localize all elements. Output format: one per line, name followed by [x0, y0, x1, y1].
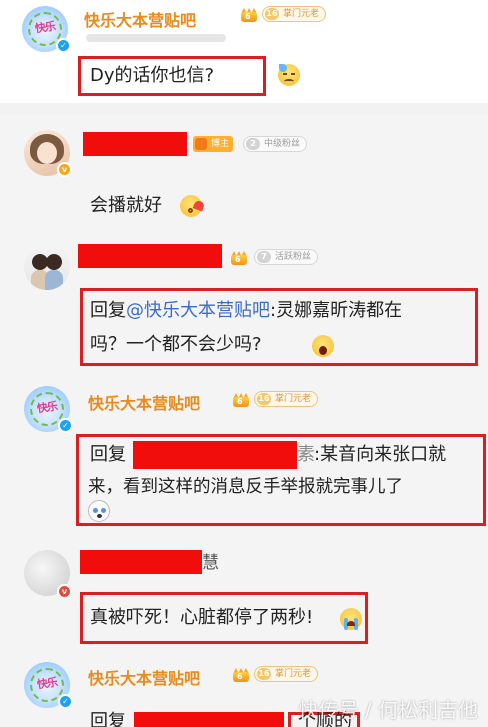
dog-emoji [88, 500, 110, 522]
author-name[interactable]: 快乐大本营贴吧 [88, 390, 200, 414]
redacted-username [83, 132, 187, 156]
reply-prefix: 回复 [90, 300, 126, 321]
name-suffix: 慧 [202, 553, 219, 573]
post-content: Dy的话你也信? [90, 65, 215, 86]
reply-text: :某音向来张口就 [314, 444, 447, 465]
verified-icon: ✓ [58, 418, 73, 433]
crown-icon: 6 [232, 667, 250, 683]
original-post: 快乐 ✓ 快乐大本营贴吧 6 16 掌门元老 Dy的话你也信? [0, 0, 488, 103]
author-name[interactable]: 快乐大本营贴吧 [88, 665, 200, 689]
crown-icon [195, 138, 207, 150]
verified-icon: ✓ [56, 38, 71, 53]
redacted-mention [134, 712, 284, 727]
fan-badge[interactable]: 7 活跃粉丝 [254, 249, 319, 265]
reply-content-line2: 来，看到这样的消息反手举报就完事儿了 [88, 477, 403, 497]
verified-icon: v [57, 584, 72, 599]
fan-badge-label: 中级粉丝 [264, 139, 301, 149]
watermark: 快传号 / 何松利吉他 [298, 698, 478, 722]
reply-prefix: 回复 [90, 711, 126, 727]
fan-badge[interactable]: 2 中级粉丝 [243, 136, 308, 152]
reply-content-line2: 吗？一个都不会少吗? [90, 334, 262, 355]
fan-badge-label: 掌门元老 [283, 9, 320, 19]
kiss-emoji [180, 195, 206, 217]
reply-1: v 博主 2 中级粉丝 会播就好 [0, 114, 488, 232]
fan-badge-level: 16 [265, 8, 279, 20]
crying-emoji [340, 608, 362, 630]
blogger-tag-label: 博主 [211, 139, 230, 149]
verified-icon: v [57, 162, 72, 177]
reply-content: 真被吓死！心脏都停了两秒! [90, 607, 314, 628]
fan-badge-label: 掌门元老 [275, 394, 312, 404]
reply-3: 快乐 ✓ 快乐大本营贴吧 6 16 掌门元老 回复 素 :某音向来张口就 来，看… [0, 374, 488, 536]
fan-badge[interactable]: 16 掌门元老 [254, 666, 319, 682]
shocked-emoji [312, 335, 334, 357]
reply-2: 6 7 活跃粉丝 回复@快乐大本营贴吧:灵娜嘉昕涛都在 吗？一个都不会少吗? [0, 232, 488, 374]
fan-badge-level: 7 [257, 251, 271, 263]
mention-link[interactable]: @快乐大本营贴吧 [126, 300, 270, 321]
redacted-username [80, 550, 202, 574]
redacted-username [78, 244, 222, 268]
redacted-mention [133, 441, 297, 469]
reply-content-line1: 回复@快乐大本营贴吧:灵娜嘉昕涛都在 [90, 296, 402, 326]
reply-prefix: 回复 [90, 444, 126, 465]
fan-badge-label: 活跃粉丝 [275, 252, 312, 262]
verified-icon: ✓ [58, 694, 73, 709]
reply-text: :灵娜嘉昕涛都在 [270, 300, 403, 321]
author-name[interactable]: 快乐大本营贴吧 [84, 7, 196, 31]
sad-sweat-emoji [278, 64, 300, 86]
crown-icon: 6 [232, 392, 250, 408]
fan-badge-level: 2 [246, 138, 260, 150]
fan-badge-label: 掌门元老 [275, 669, 312, 679]
crown-icon: 6 [230, 250, 248, 266]
crown-icon: 6 [240, 7, 258, 23]
reply-4: v 慧 真被吓死！心脏都停了两秒! [0, 536, 488, 652]
reply-content-line1: 回复 [90, 440, 126, 470]
fan-badge[interactable]: 16 掌门元老 [262, 6, 327, 22]
fan-badge-level: 16 [257, 393, 271, 405]
blogger-tag: 博主 [193, 136, 234, 152]
fan-badge-level: 16 [257, 668, 271, 680]
blurred-meta [86, 34, 226, 42]
redaction-tail: 素 [297, 444, 315, 465]
reply-avatar[interactable] [24, 244, 70, 290]
fan-badge[interactable]: 16 掌门元老 [254, 391, 319, 407]
reply-content: 会播就好 [90, 195, 162, 216]
